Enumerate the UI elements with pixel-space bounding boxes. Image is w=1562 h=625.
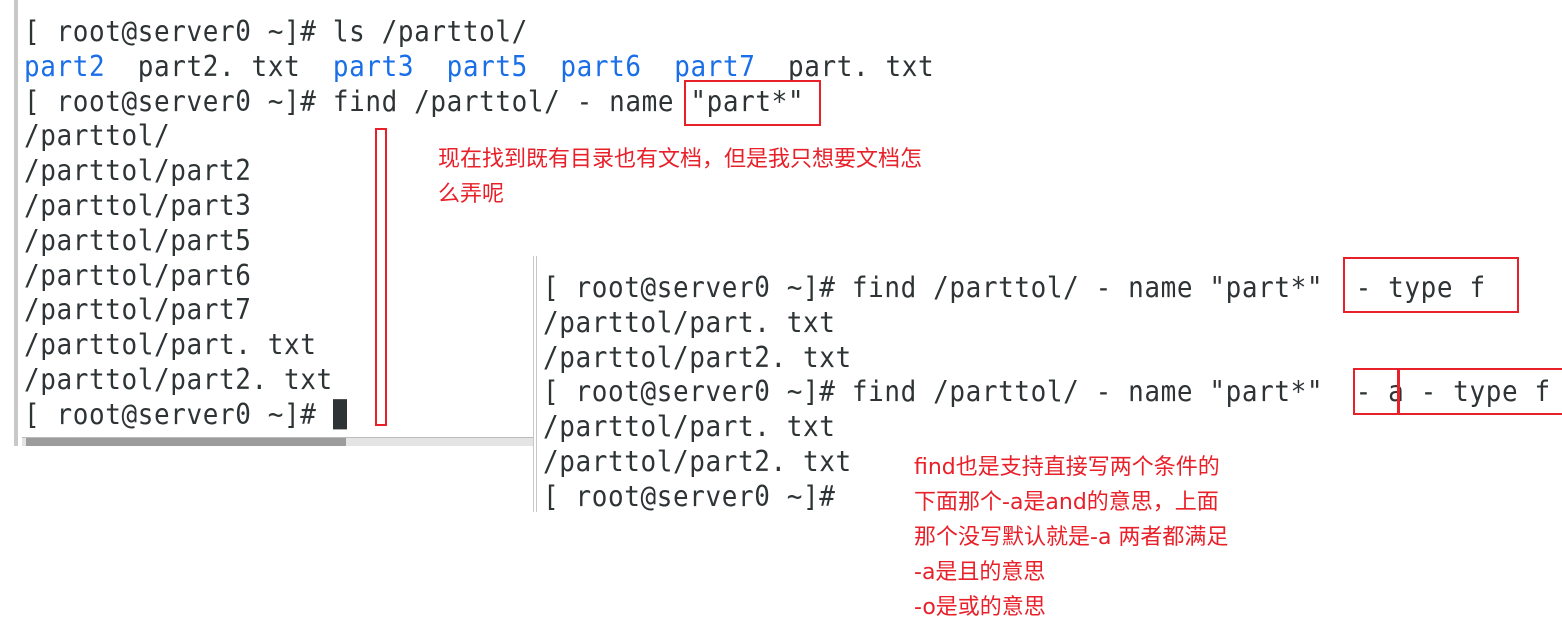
cursor <box>332 398 347 430</box>
annotation-line: 下面那个-a是and的意思，上面 <box>914 490 1219 515</box>
terminal-text: /parttol/part5 <box>24 224 252 258</box>
terminal-line: /parttol/part7 <box>24 292 252 329</box>
annotation-line: -a是且的意思 <box>914 560 1046 585</box>
terminal-text: /parttol/part7 <box>24 294 252 327</box>
annotation-line: 那个没写默认就是-a 两者都满足 <box>914 525 1229 550</box>
terminal-line: /parttol/part2. txt <box>24 362 333 399</box>
terminal-text: [ root@server0 ~]# <box>24 398 333 432</box>
terminal-line: [ root@server0 ~]# <box>543 480 836 512</box>
terminal-line: [ root@server0 ~]# <box>24 397 347 434</box>
directory-name: part5 <box>446 50 528 84</box>
terminal-line: /parttol/part2 <box>24 153 252 190</box>
terminal-line: /parttol/part. txt <box>24 327 317 364</box>
terminal-text: /parttol/part. txt <box>24 329 317 362</box>
terminal-line: /parttol/part. txt <box>543 411 836 444</box>
highlight-name-pattern <box>684 80 821 126</box>
horizontal-scrollbar[interactable] <box>22 437 536 446</box>
highlight-a-option <box>1353 368 1399 415</box>
terminal-text: [ root@server0 ~]# ls /parttol/ <box>24 16 528 49</box>
left-terminal: [ root@server0 ~]# ls /parttol/part2 par… <box>14 0 934 446</box>
terminal-line: /parttol/part2. txt <box>543 446 852 479</box>
terminal-text: /parttol/ <box>24 120 171 153</box>
directory-name: part2 <box>24 50 106 84</box>
terminal-text: /parttol/part3 <box>24 190 252 223</box>
terminal-text: /parttol/part6 <box>24 259 252 293</box>
highlight-type-f-second <box>1398 368 1562 415</box>
highlight-type-f <box>1343 257 1519 313</box>
terminal-line: /parttol/part3 <box>24 188 252 225</box>
highlight-results-column <box>375 128 387 426</box>
terminal-text: part. txt <box>755 50 935 84</box>
directory-name: part6 <box>560 50 642 84</box>
terminal-line: /parttol/part6 <box>24 258 252 295</box>
scrollbar-thumb[interactable] <box>26 438 346 446</box>
annotation-line: find也是支持直接写两个条件的 <box>914 455 1220 480</box>
directory-name: part3 <box>332 50 415 84</box>
annotation-question: 现在找到既有目录也有文档，但是我只想要文档怎 么弄呢 <box>438 142 922 212</box>
terminal-text: /parttol/part2 <box>24 155 252 188</box>
directory-name: part7 <box>674 50 756 84</box>
annotation-line: 么弄呢 <box>438 182 505 207</box>
terminal-line: [ root@server0 ~]# ls /parttol/ <box>24 14 528 51</box>
terminal-line: /parttol/part2. txt <box>543 341 852 375</box>
terminal-text: /parttol/part2. txt <box>24 364 333 397</box>
terminal-line: /parttol/part5 <box>24 223 252 260</box>
terminal-line: /parttol/part. txt <box>543 306 836 340</box>
terminal-text: part2. txt <box>105 50 333 84</box>
annotation-explanation: find也是支持直接写两个条件的 下面那个-a是and的意思，上面 那个没写默认就是… <box>914 450 1228 625</box>
annotation-line: 现在找到既有目录也有文档，但是我只想要文档怎 <box>438 147 923 172</box>
annotation-line: -o是或的意思 <box>914 595 1046 620</box>
terminal-line: /parttol/ <box>24 118 170 155</box>
